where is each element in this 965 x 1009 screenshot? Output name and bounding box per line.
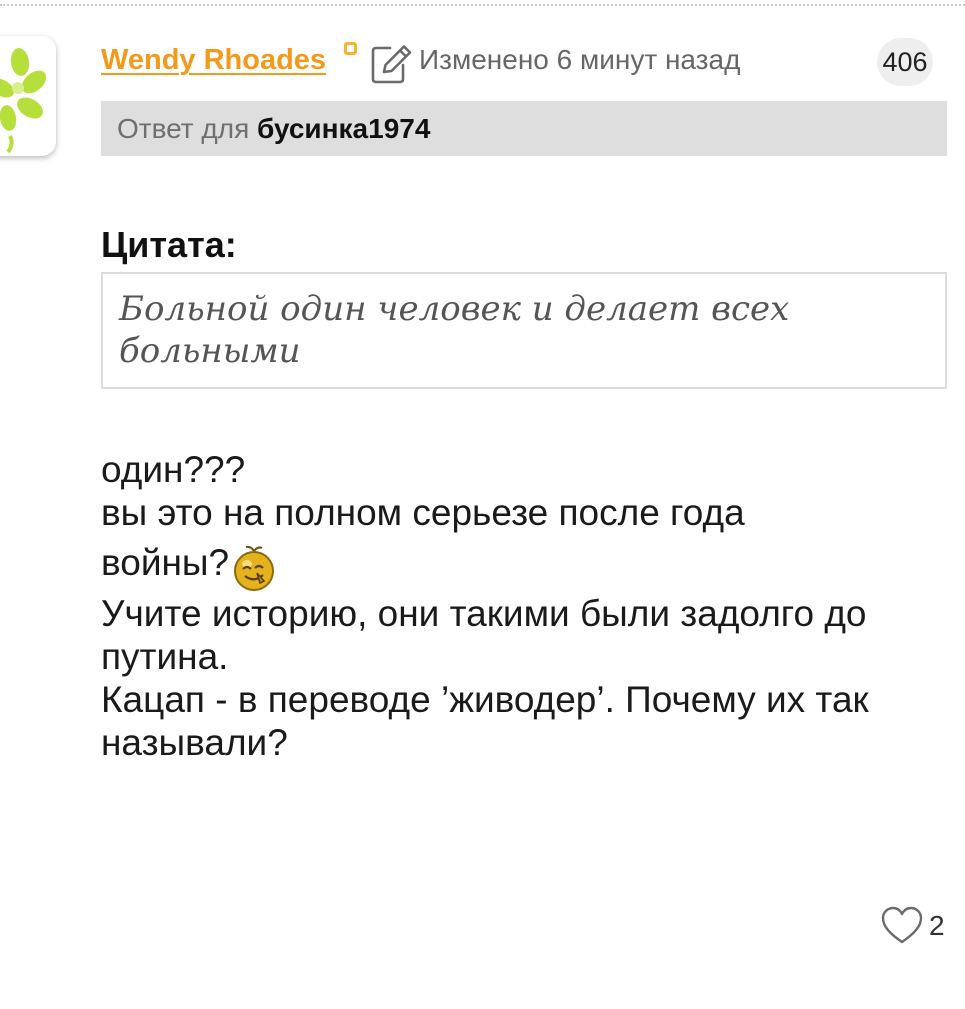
post-number-badge[interactable]: 406 bbox=[877, 38, 933, 86]
quote-title: Цитата: bbox=[101, 224, 237, 265]
status-square-icon bbox=[344, 42, 357, 55]
post-body: один??? вы это на полном серьезе после г… bbox=[101, 448, 951, 764]
body-line: Учите историю, они такими были задолго д… bbox=[101, 593, 867, 677]
lime-avatar-icon bbox=[0, 48, 47, 154]
like-button[interactable]: 2 bbox=[881, 906, 951, 950]
heart-icon bbox=[881, 906, 923, 944]
body-line-with-smiley: войны? bbox=[101, 534, 951, 592]
body-line: войны? bbox=[101, 542, 230, 583]
quote-text: Больной один человек и делает всех больн… bbox=[119, 289, 790, 371]
like-count: 2 bbox=[929, 910, 945, 941]
reply-to-bar[interactable]: Ответ для бусинка1974 bbox=[101, 101, 947, 156]
edit-icon bbox=[368, 41, 412, 90]
author-name[interactable]: Wendy Rhoades bbox=[101, 44, 326, 77]
top-divider bbox=[0, 4, 965, 6]
smiley-icon bbox=[231, 545, 277, 591]
body-line: Кацап - в переводе ’живодер’. Почему их … bbox=[101, 679, 869, 763]
body-line: вы это на полном серьезе после года bbox=[101, 492, 745, 533]
avatar[interactable] bbox=[0, 36, 56, 156]
quote-box: Больной один человек и делает всех больн… bbox=[101, 272, 947, 389]
post-header: Wendy Rhoades Изменено 6 минут назад 406 bbox=[101, 38, 947, 88]
reply-username[interactable]: бусинка1974 bbox=[257, 113, 430, 144]
edited-timestamp: Изменено 6 минут назад bbox=[419, 44, 741, 75]
body-line: один??? bbox=[101, 449, 246, 490]
reply-prefix: Ответ для bbox=[117, 113, 250, 144]
